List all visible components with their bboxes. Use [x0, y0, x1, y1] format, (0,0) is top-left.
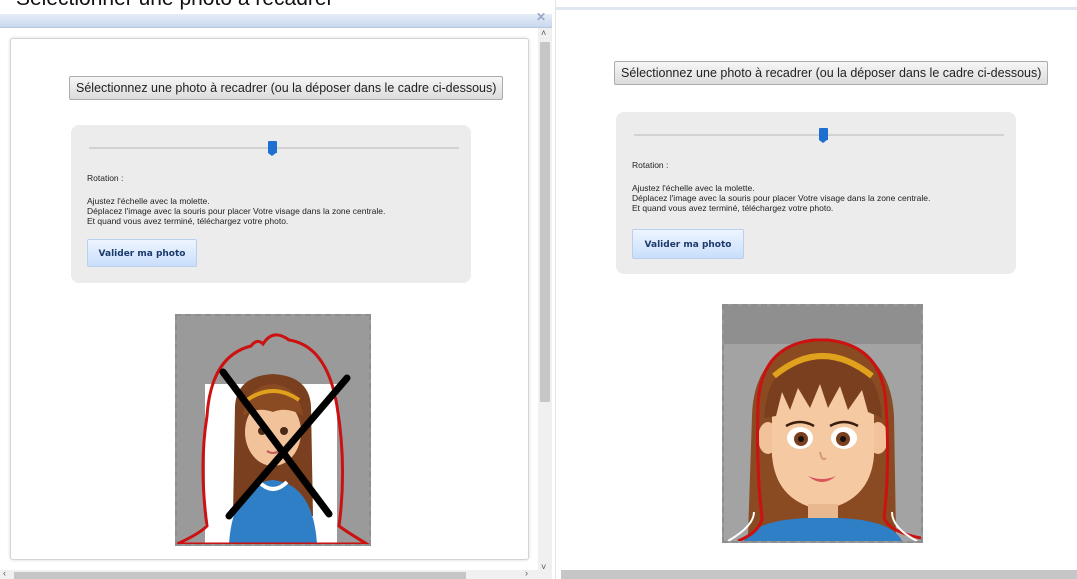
instruction-line: Déplacez l'image avec la souris pour pla…	[632, 193, 931, 203]
left-dialog-panel: Sélectionnez une photo à recadrer (ou la…	[10, 38, 529, 560]
close-icon[interactable]: ✕	[536, 10, 546, 24]
window-divider	[555, 0, 556, 579]
select-photo-button[interactable]: Sélectionnez une photo à recadrer (ou la…	[69, 76, 504, 100]
left-window: ✕ Sélectionnez une photo à recadrer (ou …	[0, 0, 552, 579]
photo-crop-area-incorrect[interactable]	[175, 314, 371, 546]
rotation-label: Rotation :	[632, 160, 669, 170]
instruction-line: Ajustez l'échelle avec la molette.	[632, 183, 755, 193]
instructions-text: Ajustez l'échelle avec la molette. Dépla…	[87, 196, 385, 226]
scrollbar-thumb[interactable]	[540, 42, 550, 402]
chevron-up-icon[interactable]: ˄	[541, 28, 546, 38]
comparison-screenshot: Sélectionner une photo à recadrer ✕ Séle…	[0, 0, 1077, 579]
zoom-slider-handle[interactable]	[819, 128, 828, 143]
avatar-preview-small	[177, 316, 369, 544]
instruction-line: Et quand vous avez terminé, téléchargez …	[87, 216, 289, 226]
left-titlebar	[0, 14, 552, 28]
right-window: Sélectionnez une photo à recadrer (ou la…	[555, 0, 1077, 579]
scrollbar-thumb[interactable]	[14, 572, 466, 579]
validate-photo-button[interactable]: Valider ma photo	[632, 229, 744, 259]
photo-crop-area-correct[interactable]	[722, 304, 923, 543]
rotation-label: Rotation :	[87, 173, 124, 183]
validate-photo-button[interactable]: Valider ma photo	[87, 239, 197, 267]
horizontal-scrollbar[interactable]	[561, 570, 1077, 579]
crop-controls-box: Rotation : Ajustez l'échelle avec la mol…	[71, 125, 471, 283]
right-titlebar	[555, 7, 1077, 10]
horizontal-scrollbar[interactable]: ‹ ›	[0, 568, 552, 579]
chevron-left-icon[interactable]: ‹	[3, 568, 6, 578]
instruction-line: Et quand vous avez terminé, téléchargez …	[632, 203, 834, 213]
zoom-slider-handle[interactable]	[268, 141, 277, 156]
instruction-line: Déplacez l'image avec la souris pour pla…	[87, 206, 386, 216]
chevron-right-icon[interactable]: ›	[525, 568, 528, 578]
vertical-scrollbar[interactable]: ˄ ˅	[538, 28, 552, 572]
crop-controls-box: Rotation : Ajustez l'échelle avec la mol…	[616, 112, 1016, 274]
instruction-line: Ajustez l'échelle avec la molette.	[87, 196, 210, 206]
instructions-text: Ajustez l'échelle avec la molette. Dépla…	[632, 183, 930, 213]
select-photo-button[interactable]: Sélectionnez une photo à recadrer (ou la…	[614, 61, 1049, 85]
avatar-preview-large	[724, 306, 921, 541]
